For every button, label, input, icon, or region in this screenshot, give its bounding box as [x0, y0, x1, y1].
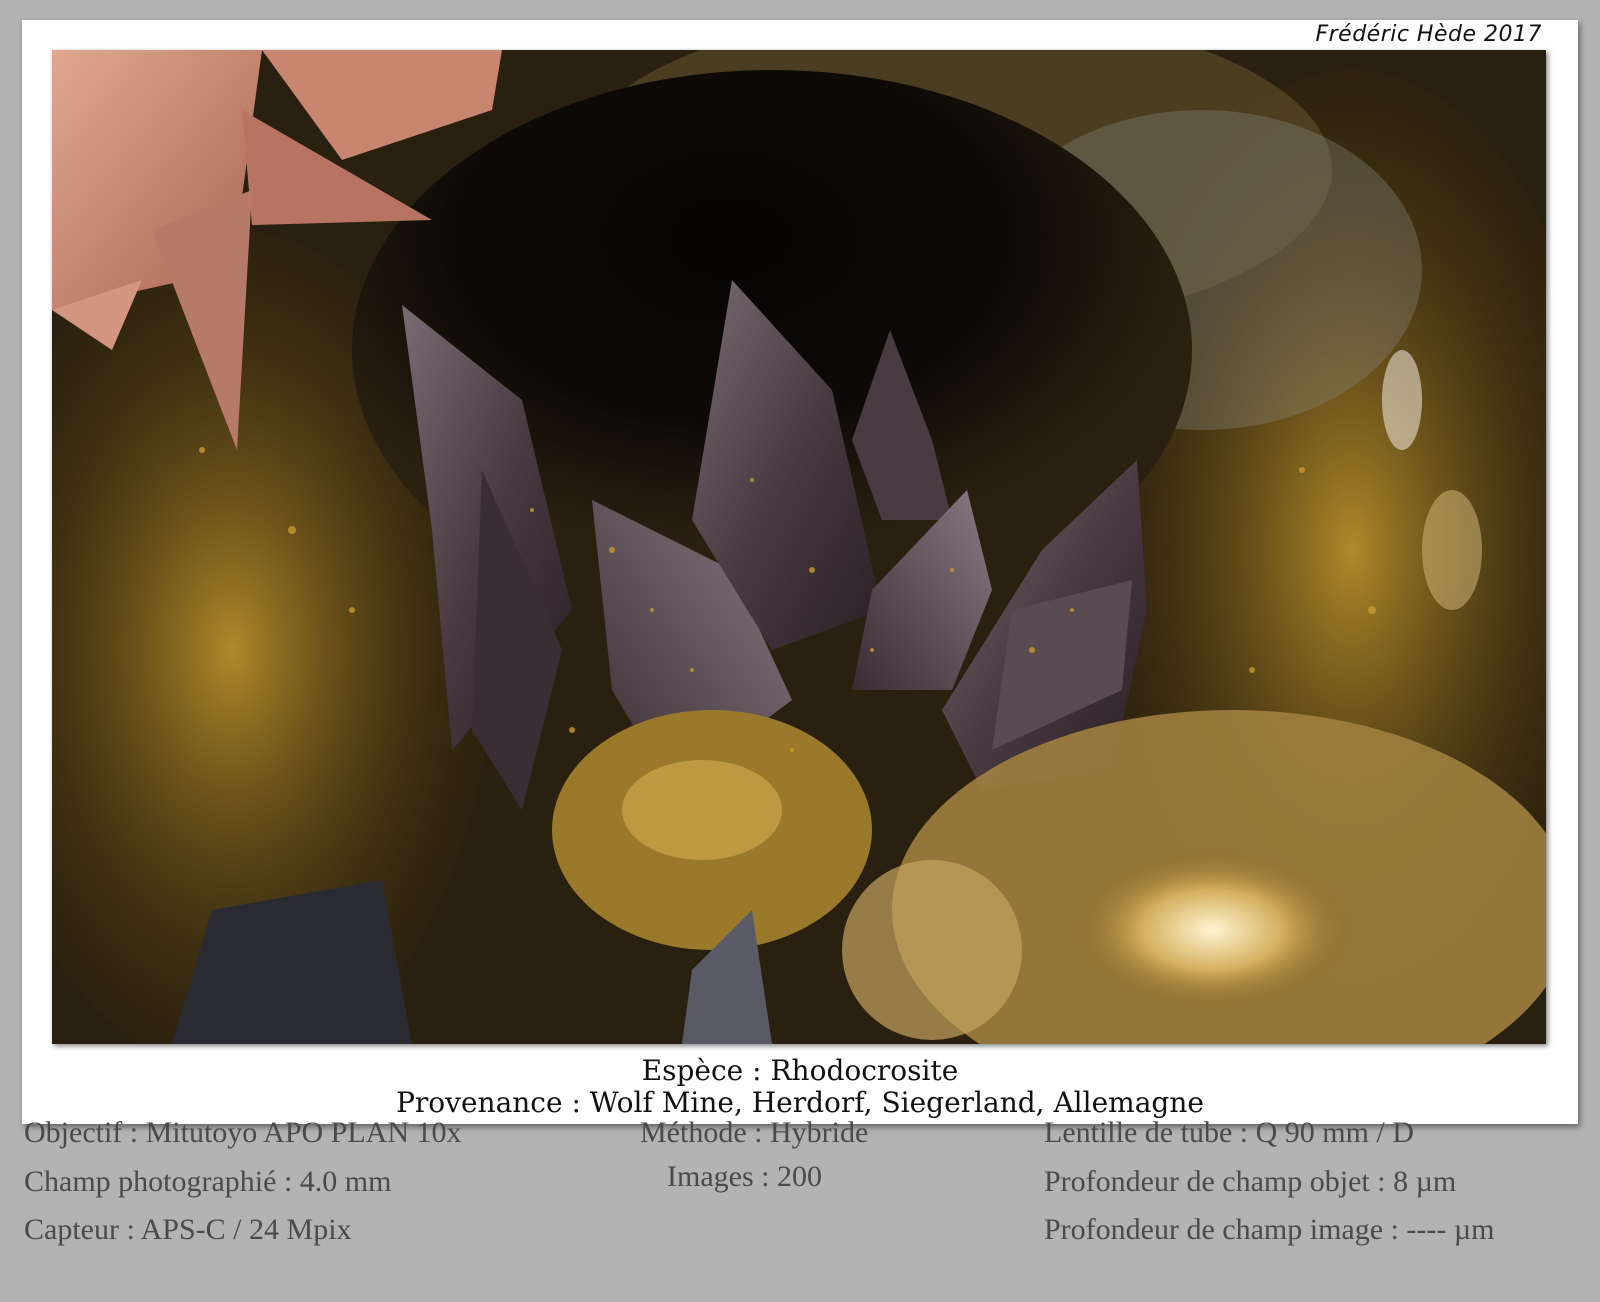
images-info: Images : 200 — [667, 1160, 822, 1193]
photographer-signature: Frédéric Hède 2017 — [1315, 22, 1542, 47]
image-depth-info: Profondeur de champ image : ---- µm — [1044, 1213, 1495, 1246]
method-info: Méthode : Hybride — [640, 1116, 869, 1149]
object-depth-info: Profondeur de champ objet : 8 µm — [1044, 1165, 1457, 1198]
mineral-photograph — [52, 50, 1546, 1044]
tube-lens-info: Lentille de tube : Q 90 mm / D — [1044, 1116, 1414, 1149]
objective-info: Objectif : Mitutoyo APO PLAN 10x — [24, 1116, 462, 1149]
field-info: Champ photographié : 4.0 mm — [24, 1165, 392, 1198]
rhodocrosite-crystal-image — [52, 50, 1546, 1044]
sensor-info: Capteur : APS-C / 24 Mpix — [24, 1213, 352, 1246]
provenance-caption: Provenance : Wolf Mine, Herdorf, Siegerl… — [396, 1086, 1204, 1119]
species-caption: Espèce : Rhodocrosite — [641, 1054, 959, 1087]
